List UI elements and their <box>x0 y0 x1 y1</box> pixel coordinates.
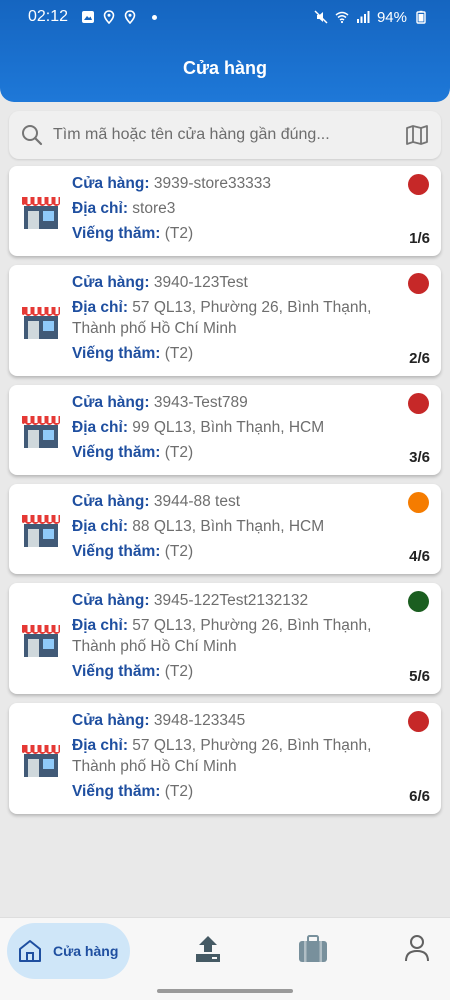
store-icon <box>22 515 60 547</box>
battery-percent: 94% <box>376 8 407 26</box>
store-name: 3945-122Test2132132 <box>153 592 309 609</box>
briefcase-icon <box>299 935 327 962</box>
store-card[interactable]: Cửa hàng: 3945-122Test2132132 Địa chỉ: 5… <box>9 583 441 694</box>
store-visit: (T2) <box>164 225 194 242</box>
store-label: Cửa hàng: <box>72 712 150 729</box>
status-time: 02:12 <box>28 8 69 25</box>
signal-icon <box>356 11 370 23</box>
store-name: 3940-123Test <box>153 274 248 291</box>
visit-count: 1/6 <box>409 230 430 247</box>
battery-icon <box>416 10 426 24</box>
map-icon[interactable] <box>405 124 429 146</box>
address-label: Địa chỉ: <box>72 299 128 316</box>
app-header: 02:12 94% Cửa hàng <box>0 0 450 102</box>
mute-icon <box>314 10 328 24</box>
visit-count: 4/6 <box>409 548 430 565</box>
status-dot <box>408 492 429 513</box>
home-indicator[interactable] <box>157 989 293 993</box>
home-icon <box>19 940 41 962</box>
wifi-icon <box>335 11 349 24</box>
gallery-icon <box>82 11 95 23</box>
store-card[interactable]: Cửa hàng: 3948-123345 Địa chỉ: 57 QL13, … <box>9 703 441 814</box>
status-dot <box>408 393 429 414</box>
store-icon <box>22 416 60 448</box>
store-icon <box>22 306 60 339</box>
visit-label: Viếng thăm: <box>72 345 161 362</box>
notification-dot-icon <box>152 14 158 20</box>
store-visit: (T2) <box>164 783 194 800</box>
address-label: Địa chỉ: <box>72 737 128 754</box>
bottom-nav: Cửa hàng <box>0 917 450 1000</box>
store-card[interactable]: Cửa hàng: 3940-123Test Địa chỉ: 57 QL13,… <box>9 265 441 376</box>
address-label: Địa chỉ: <box>72 419 128 436</box>
profile-icon <box>405 935 429 962</box>
visit-label: Viếng thăm: <box>72 543 161 560</box>
store-label: Cửa hàng: <box>72 592 150 609</box>
upload-icon <box>196 936 220 962</box>
store-visit: (T2) <box>164 345 194 362</box>
nav-store-label: Cửa hàng <box>53 943 119 959</box>
nav-profile-button[interactable] <box>404 934 430 967</box>
store-label: Cửa hàng: <box>72 274 150 291</box>
visit-label: Viếng thăm: <box>72 444 161 461</box>
store-name: 3944-88 test <box>153 493 241 510</box>
store-label: Cửa hàng: <box>72 175 150 192</box>
page-title: Cửa hàng <box>182 58 268 78</box>
store-visit: (T2) <box>164 444 194 461</box>
store-address: store3 <box>132 200 176 217</box>
store-icon <box>22 197 60 229</box>
store-card[interactable]: Cửa hàng: 3944-88 test Địa chỉ: 88 QL13,… <box>9 484 441 574</box>
store-card[interactable]: Cửa hàng: 3939-store33333 Địa chỉ: store… <box>9 166 441 256</box>
visit-count: 6/6 <box>409 788 430 805</box>
location-icon <box>124 10 136 24</box>
visit-label: Viếng thăm: <box>72 663 161 680</box>
visit-label: Viếng thăm: <box>72 225 161 242</box>
store-visit: (T2) <box>164 543 194 560</box>
nav-store-button[interactable]: Cửa hàng <box>7 923 130 979</box>
store-list: Cửa hàng: 3939-store33333 Địa chỉ: store… <box>9 166 441 823</box>
address-label: Địa chỉ: <box>72 200 128 217</box>
status-dot <box>408 711 429 732</box>
store-visit: (T2) <box>164 663 194 680</box>
address-label: Địa chỉ: <box>72 518 128 535</box>
status-bar: 02:12 94% <box>0 0 450 34</box>
search-input[interactable] <box>53 126 405 144</box>
store-card[interactable]: Cửa hàng: 3943-Test789 Địa chỉ: 99 QL13,… <box>9 385 441 475</box>
visit-label: Viếng thăm: <box>72 783 161 800</box>
store-name: 3939-store33333 <box>153 175 272 192</box>
location-icon <box>103 10 115 24</box>
search-bar <box>9 111 441 159</box>
nav-upload-button[interactable] <box>193 934 223 969</box>
visit-count: 5/6 <box>409 668 430 685</box>
address-label: Địa chỉ: <box>72 617 128 634</box>
store-address: 88 QL13, Bình Thạnh, HCM <box>132 518 325 535</box>
store-address: 99 QL13, Bình Thạnh, HCM <box>132 419 325 436</box>
visit-count: 2/6 <box>409 350 430 367</box>
store-label: Cửa hàng: <box>72 493 150 510</box>
store-icon <box>22 624 60 657</box>
store-name: 3948-123345 <box>153 712 246 729</box>
status-dot <box>408 591 429 612</box>
search-icon <box>22 125 43 146</box>
nav-briefcase-button[interactable] <box>297 934 329 969</box>
status-dot <box>408 273 429 294</box>
store-name: 3943-Test789 <box>153 394 248 411</box>
store-label: Cửa hàng: <box>72 394 150 411</box>
visit-count: 3/6 <box>409 449 430 466</box>
status-dot <box>408 174 429 195</box>
store-icon <box>22 744 60 777</box>
